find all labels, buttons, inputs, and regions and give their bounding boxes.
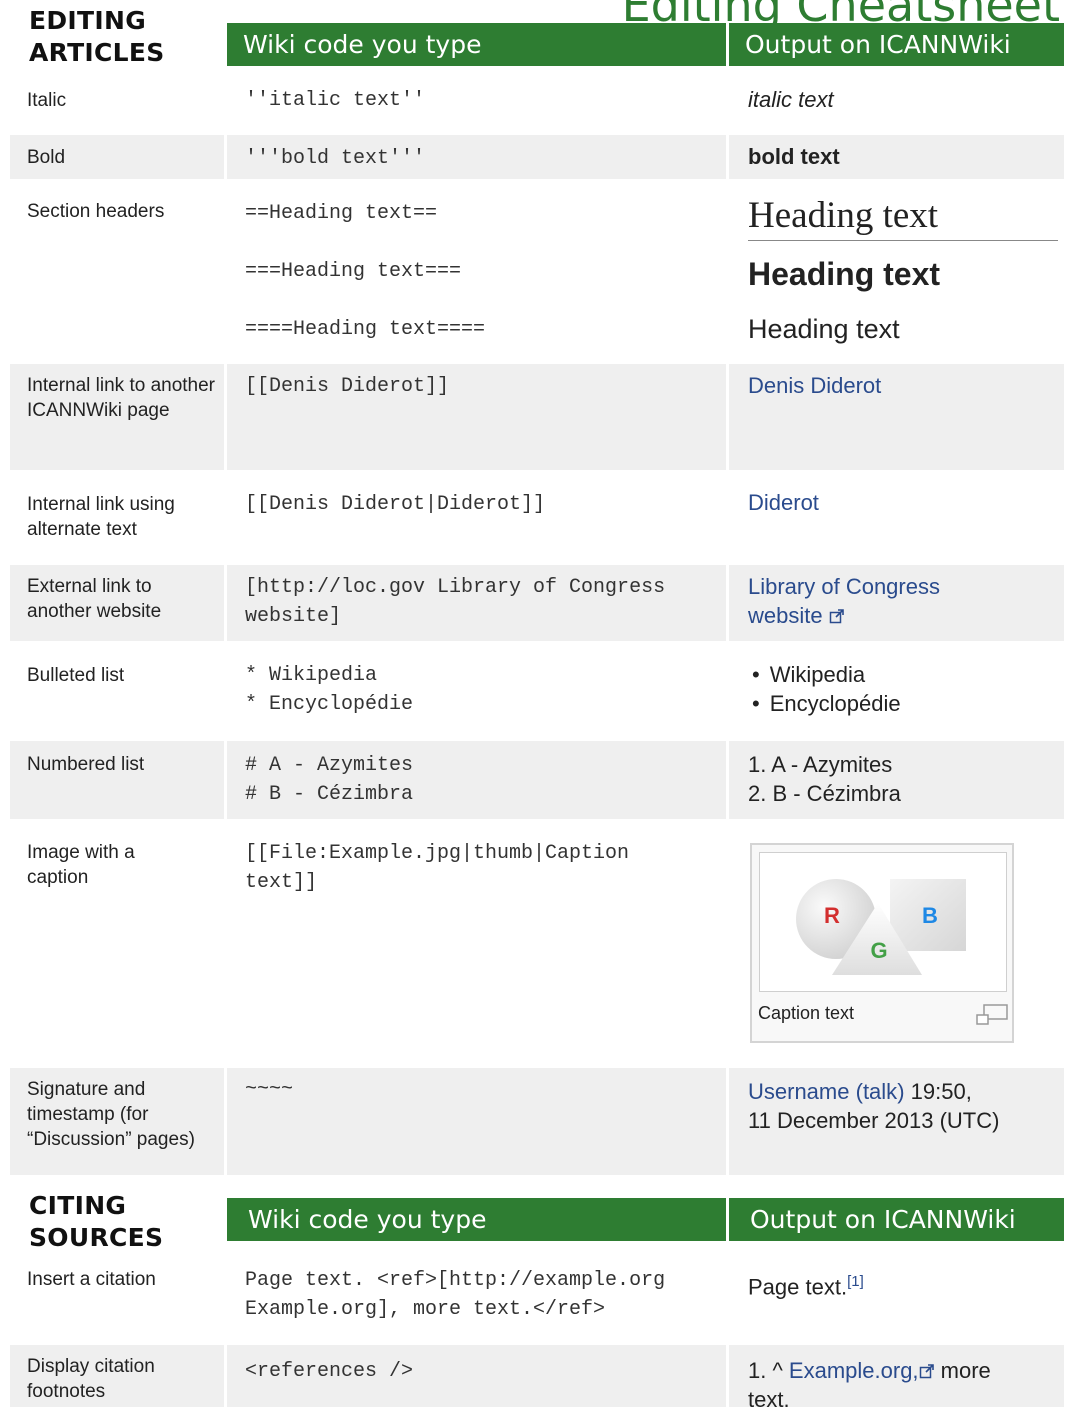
output-bold: bold text (748, 144, 840, 169)
code-image: [[File:Example.jpg|thumb|Caption text]] (245, 839, 715, 897)
output-heading-3: Heading text (748, 256, 941, 292)
row-label-bold: Bold (27, 147, 66, 168)
footnote-line2: text. (748, 1387, 790, 1412)
thumbnail-caption: Caption text (758, 1003, 855, 1023)
list-item: 1. A - Azymites (748, 752, 893, 777)
letter-b: B (922, 903, 938, 928)
citation-superscript[interactable]: [1] (847, 1273, 864, 1290)
output-italic: italic text (748, 87, 834, 112)
external-link-icon (919, 1364, 934, 1379)
code-line: * Wikipedia (245, 664, 378, 687)
code-bulleted-list: * Wikipedia * Encyclopédie (245, 661, 715, 719)
footnote-rest: more (940, 1358, 991, 1383)
code-line: Page text. <ref>[http://example.org (245, 1269, 666, 1292)
row-label-bulleted-list: Bulleted list (27, 665, 125, 686)
code-line: Example.org], more text.</ref> (245, 1298, 606, 1321)
output-insert-citation: Page text.[1] (748, 1267, 1048, 1301)
output-alt-link[interactable]: Diderot (748, 488, 1048, 517)
output-signature: Username (talk) 19:50, 11 December 2013 … (748, 1077, 1048, 1135)
column-header-code: Wiki code you type (227, 23, 726, 66)
row-label-display-citation: Display citation footnotes (27, 1356, 155, 1402)
code-line: [http://loc.gov Library of Congress (245, 576, 666, 599)
code-display-citation: <references /> (245, 1360, 414, 1383)
code-bold: '''bold text''' (245, 147, 426, 170)
code-alt-link: [[Denis Diderot|Diderot]] (245, 493, 546, 516)
column-divider (726, 1340, 729, 1407)
signature-date: 11 December 2013 (UTC) (748, 1108, 1000, 1133)
code-line: [[File:Example.jpg|thumb|Caption (245, 842, 630, 865)
citation-text: Page text. (748, 1274, 848, 1300)
list-item: Encyclopédie (752, 689, 1052, 718)
row-label-external-link: External link to another website (27, 576, 162, 622)
output-display-citation: 1. ^ Example.org, more text. (748, 1356, 1048, 1414)
output-external-link[interactable]: Library of Congress website (748, 572, 1048, 630)
code-line: # B - Cézimbra (245, 783, 414, 806)
rgb-example-image: R B G (796, 879, 966, 975)
output-heading-4: Heading text (748, 314, 900, 344)
external-link-text[interactable]: website (748, 603, 823, 628)
thumbnail-image[interactable]: R B G (759, 852, 1007, 992)
row-label-internal-link: Internal link to another ICANNWiki page (27, 375, 216, 421)
row-label-italic: Italic (27, 90, 67, 111)
section-title-line: SOURCES (29, 1223, 164, 1252)
letter-g: G (870, 938, 887, 963)
section-title-editing: EDITING ARTICLES (29, 5, 165, 69)
output-internal-link[interactable]: Denis Diderot (748, 371, 1048, 400)
section-title-line: EDITING (29, 6, 147, 35)
section-title-citing: CITING SOURCES (29, 1190, 163, 1254)
enlarge-icon[interactable] (975, 1003, 1009, 1027)
row-label-alt-link: Internal link using alternate text (27, 494, 175, 540)
row-label-section-headers: Section headers (27, 201, 165, 222)
code-heading-2: ==Heading text== (245, 202, 438, 225)
code-line: * Encyclopédie (245, 693, 414, 716)
talk-link[interactable]: talk (863, 1079, 897, 1104)
list-item: Wikipedia (752, 660, 1052, 689)
row-label-signature: Signature and timestamp (for “Discussion… (27, 1079, 195, 1150)
section-title-line: CITING (29, 1191, 127, 1220)
code-heading-4: ====Heading text==== (245, 318, 486, 341)
code-signature: ~~~~ (245, 1078, 294, 1101)
row-label-insert-citation: Insert a citation (27, 1269, 156, 1290)
code-heading-3: ===Heading text=== (245, 260, 462, 283)
code-line: # A - Azymites (245, 754, 414, 777)
footnote-prefix: 1. ^ (748, 1358, 783, 1383)
column-divider (224, 130, 227, 1180)
column-divider (224, 1340, 227, 1407)
row-label-image: Image with a caption (27, 842, 135, 888)
code-line: text]] (245, 871, 318, 894)
list-item: 2. B - Cézimbra (748, 781, 901, 806)
column-divider (726, 130, 729, 1180)
external-link-icon (829, 609, 844, 624)
row-label-numbered-list: Numbered list (27, 754, 145, 775)
column-header-code: Wiki code you type (227, 1198, 726, 1241)
output-heading-2: Heading text (748, 193, 1058, 241)
username-link[interactable]: Username (748, 1079, 849, 1104)
output-bulleted-list: Wikipedia Encyclopédie (752, 660, 1052, 718)
code-external-link: [http://loc.gov Library of Congress webs… (245, 573, 715, 631)
column-header-output: Output on ICANNWiki (729, 23, 1064, 66)
output-numbered-list: 1. A - Azymites 2. B - Cézimbra (748, 750, 1048, 808)
section-title-line: ARTICLES (29, 38, 165, 67)
letter-r: R (824, 903, 840, 928)
code-internal-link: [[Denis Diderot]] (245, 375, 450, 398)
thumbnail-frame: R B G Caption text (750, 843, 1014, 1043)
column-header-output: Output on ICANNWiki (729, 1198, 1064, 1241)
signature-time: 19:50, (910, 1079, 972, 1104)
external-link-text[interactable]: Library of Congress (748, 572, 1048, 601)
code-line: website] (245, 605, 342, 628)
code-italic: ''italic text'' (245, 89, 426, 112)
code-insert-citation: Page text. <ref>[http://example.org Exam… (245, 1266, 715, 1324)
footnote-link[interactable]: Example.org, (789, 1358, 919, 1383)
code-numbered-list: # A - Azymites # B - Cézimbra (245, 751, 715, 809)
